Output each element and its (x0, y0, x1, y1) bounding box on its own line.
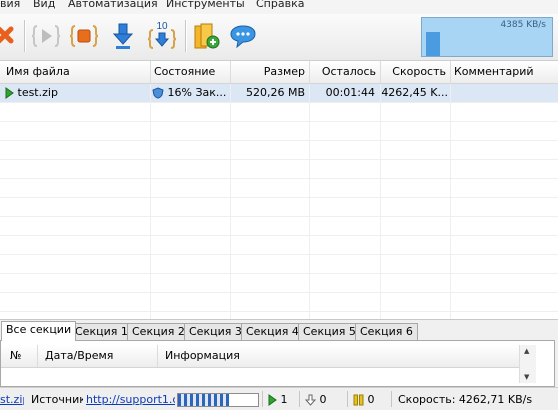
status-progress-fill (178, 394, 230, 406)
scroll-down-arrow-icon[interactable]: ▼ (524, 373, 529, 381)
tab-section-2[interactable]: Секция 2 (127, 323, 190, 340)
menu-item-view-partial[interactable]: вия (0, 0, 20, 10)
menu-item-view[interactable]: Вид (33, 0, 55, 10)
row-size: 520,26 MB (245, 86, 305, 99)
download-icon (112, 23, 134, 49)
schedule-icon: 10 (147, 21, 177, 49)
column-divider (450, 84, 451, 319)
empty-row (0, 293, 558, 312)
tab-section-3[interactable]: Секция 3 (184, 323, 247, 340)
section-log-panel: № Дата/Время Информация ▲ ▼ (0, 340, 555, 387)
column-header-filename[interactable]: Имя файла (0, 61, 151, 83)
schedule-badge: 10 (156, 21, 168, 32)
empty-row (0, 217, 558, 236)
column-header-speed[interactable]: Скорость (380, 61, 451, 83)
empty-row (0, 236, 558, 255)
pause-icon (353, 394, 364, 406)
download-list-header: Имя файла Состояние Размер Осталось Скор… (0, 61, 558, 84)
status-queued-count: 0 (305, 392, 345, 408)
tab-section-5[interactable]: Секция 5 (298, 323, 361, 340)
row-state-cell: 16% Зак... (152, 84, 228, 102)
column-header-datetime[interactable]: Дата/Время (37, 345, 158, 367)
column-header-info[interactable]: Информация (157, 345, 519, 367)
status-filename[interactable]: st.zip (0, 392, 24, 408)
row-remaining: 00:01:44 (325, 86, 375, 99)
status-separator (391, 391, 392, 407)
speed-graph-label: 4385 KB/s (500, 20, 546, 30)
tab-section-4[interactable]: Секция 4 (241, 323, 304, 340)
row-speed: 4262,45 K... (381, 86, 448, 99)
section-log-header: № Дата/Время Информация (1, 345, 519, 368)
tab-section-6[interactable]: Секция 6 (355, 323, 418, 340)
status-bar: st.zip Источник: http://support1.co 1 0 … (0, 387, 558, 410)
resume-icon (31, 25, 61, 47)
column-header-state[interactable]: Состояние (150, 61, 231, 83)
chat-icon (230, 25, 256, 49)
status-active-count: 1 (267, 392, 297, 408)
empty-row (0, 255, 558, 274)
play-icon (268, 394, 277, 406)
add-to-group-icon (194, 23, 220, 49)
toolbar-separator (24, 20, 26, 52)
column-header-comment[interactable]: Комментарий (450, 61, 558, 83)
status-source-url[interactable]: http://support1.co (86, 392, 175, 408)
status-paused-count: 0 (353, 392, 389, 408)
column-header-number[interactable]: № (1, 345, 38, 367)
queued-arrow-icon (305, 394, 316, 406)
empty-row (0, 274, 558, 293)
section-tabs: Все секции Секция 1 Секция 2 Секция 3 Се… (0, 321, 558, 341)
download-list-rows: test.zip 16% Зак... 520,26 MB 00:01:44 4… (0, 84, 558, 331)
column-header-size[interactable]: Размер (230, 61, 310, 83)
scroll-up-arrow-icon[interactable]: ▲ (524, 347, 529, 355)
section-log-scrollbar[interactable]: ▲ ▼ (519, 345, 536, 383)
empty-row (0, 198, 558, 217)
menu-bar: вия Вид Автоматизация Инструменты Справк… (0, 0, 558, 15)
tab-all-sections[interactable]: Все секции (1, 321, 77, 341)
status-separator (347, 391, 348, 407)
delete-button[interactable] (0, 20, 18, 52)
column-divider (309, 84, 310, 319)
row-comment (454, 84, 554, 102)
column-header-remaining[interactable]: Осталось (309, 61, 381, 83)
download-list: Имя файла Состояние Размер Осталось Скор… (0, 61, 558, 331)
add-to-group-button[interactable] (191, 20, 221, 52)
table-row[interactable]: test.zip 16% Зак... 520,26 MB 00:01:44 4… (0, 84, 558, 103)
play-status-icon (5, 87, 14, 99)
status-separator (299, 391, 300, 407)
menu-item-help[interactable]: Справка (256, 0, 304, 10)
empty-row (0, 141, 558, 160)
speed-graph-bar (426, 32, 440, 56)
column-divider (230, 84, 231, 319)
column-divider (150, 84, 151, 319)
menu-item-tools[interactable]: Инструменты (166, 0, 245, 10)
schedule-button[interactable]: 10 (147, 20, 177, 52)
empty-row (0, 179, 558, 198)
resume-button[interactable] (31, 20, 61, 52)
status-separator (262, 391, 263, 407)
stop-icon (69, 25, 99, 47)
column-divider (380, 84, 381, 319)
delete-icon (0, 26, 14, 44)
status-speed: Скорость: 4262,71 KB/s (398, 393, 533, 406)
empty-row (0, 103, 558, 122)
download-button[interactable] (108, 20, 138, 52)
shield-icon (152, 87, 164, 99)
row-state: 16% Зак... (167, 86, 227, 99)
chat-button[interactable] (228, 20, 258, 52)
status-source-label: Источник: (31, 393, 83, 406)
speed-graph: 4385 KB/s (421, 17, 553, 57)
toolbar-separator (185, 20, 187, 52)
stop-button[interactable] (69, 20, 99, 52)
toolbar: 10 4385 KB/s (0, 14, 558, 61)
tab-section-1[interactable]: Секция 1 (70, 323, 133, 340)
empty-row (0, 122, 558, 141)
empty-row (0, 160, 558, 179)
menu-item-automation[interactable]: Автоматизация (68, 0, 158, 10)
row-filename: test.zip (17, 86, 58, 99)
status-progress-bar (177, 393, 259, 407)
row-filename-cell: test.zip (4, 84, 148, 102)
